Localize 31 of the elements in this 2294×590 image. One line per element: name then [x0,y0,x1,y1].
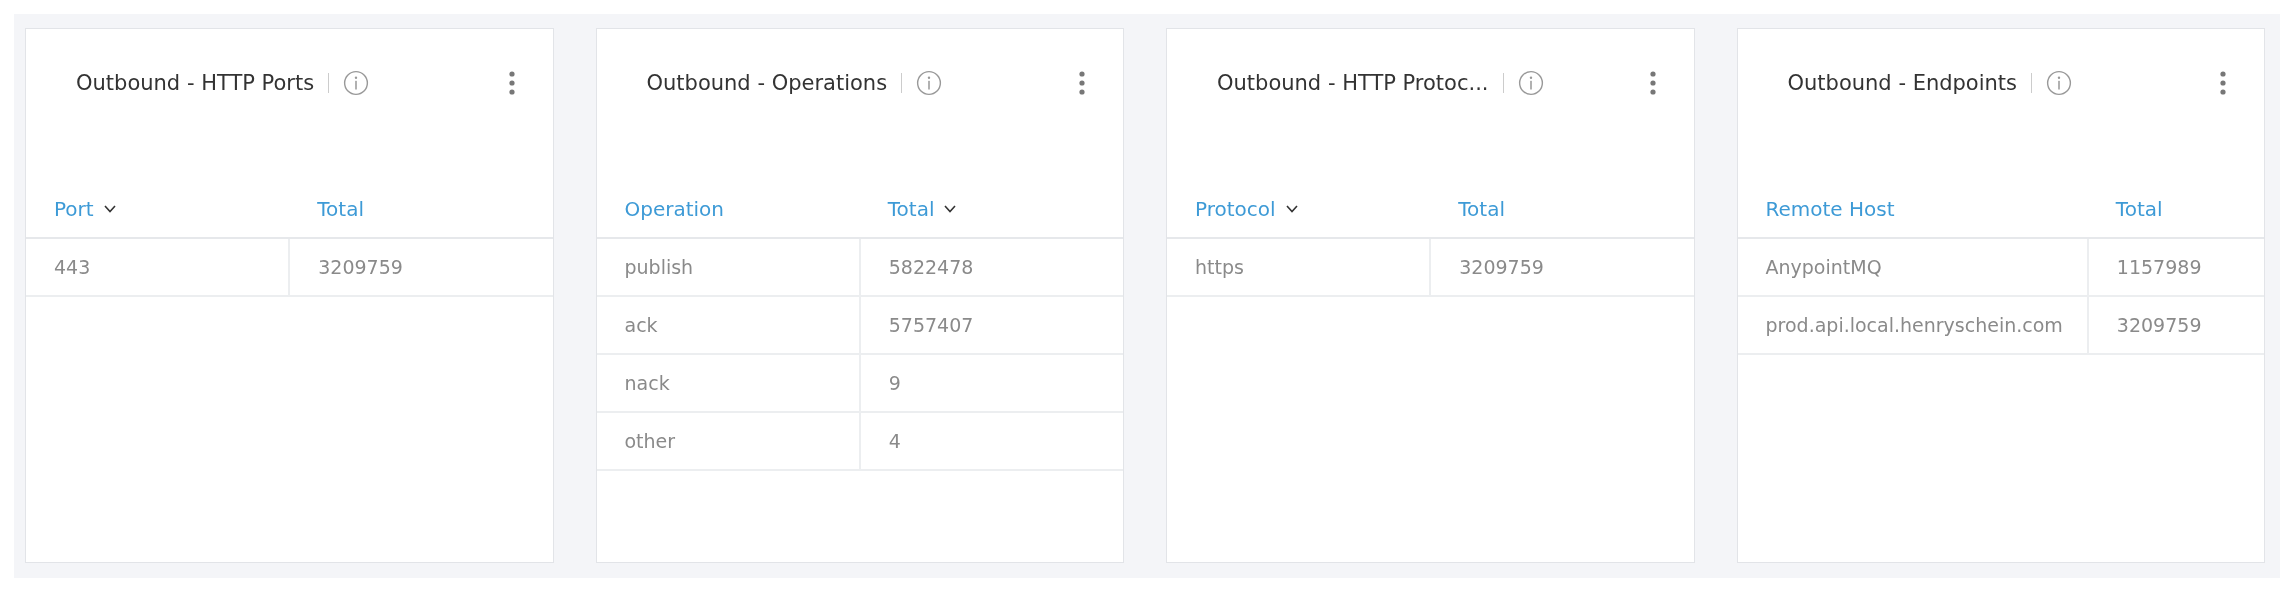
column-header[interactable]: Total [887,197,935,221]
caret-icon[interactable] [1285,205,1298,213]
info-icon[interactable] [916,70,943,96]
column-header[interactable]: Protocol [1195,197,1276,221]
more-options-icon[interactable] [1079,71,1085,95]
more-options-icon[interactable] [1649,71,1656,95]
table-cell: publish [596,238,860,296]
column-header[interactable]: Port [54,197,94,221]
table-cell: AnypointMQ [1737,238,2088,296]
caret-icon[interactable] [944,205,957,213]
caret-icon[interactable] [103,205,116,213]
column-header[interactable]: Total [2115,197,2163,221]
column-header[interactable]: Total [1458,197,1505,221]
more-options-icon[interactable] [2220,71,2226,95]
widget-title: Outbound - Operations [646,70,888,97]
table-cell: prod.api.local.henryschein.com [1737,296,2088,354]
widget-title: Outbound - HTTP Ports [76,70,315,97]
widget-title: Outbound - Endpoints [1787,70,2018,97]
table-cell: ack [596,296,860,354]
more-options-icon[interactable] [508,71,515,95]
table-cell: nack [596,354,860,412]
table-cell: other [596,412,860,470]
column-header[interactable]: Operation [624,197,725,221]
info-icon[interactable] [1517,70,1544,96]
column-header[interactable]: Total [317,197,364,221]
column-header[interactable]: Remote Host [1765,197,1895,221]
widget-title: Outbound - HTTP Protoc... [1217,70,1489,97]
info-icon[interactable] [343,70,370,96]
info-icon[interactable] [2046,70,2073,96]
table-cell: https [1167,238,1431,296]
table-cell: 443 [26,238,290,296]
